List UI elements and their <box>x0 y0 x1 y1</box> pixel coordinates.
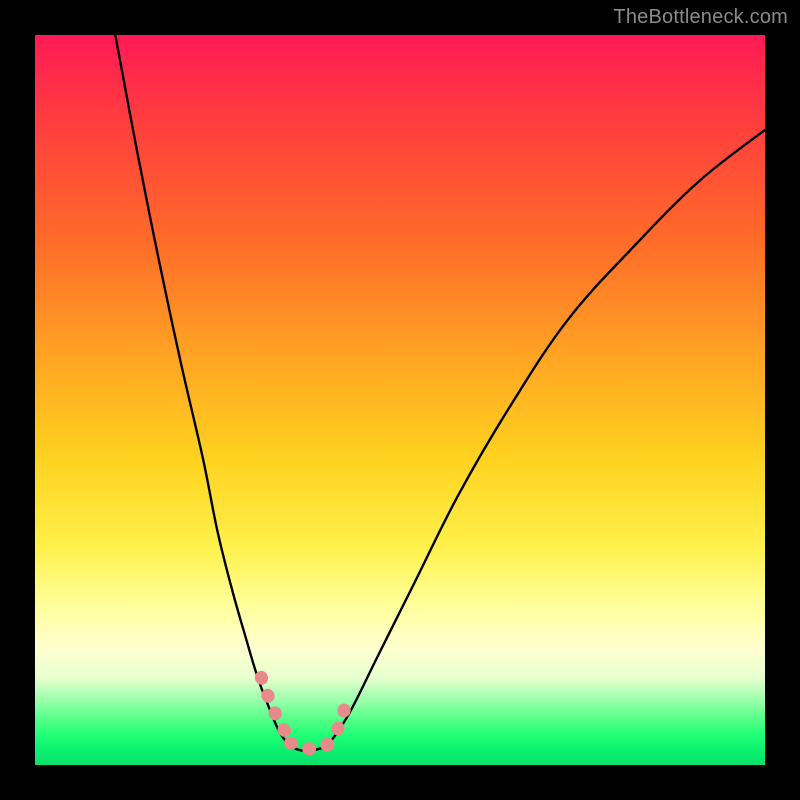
curve-right <box>327 130 765 747</box>
curve-left <box>115 35 290 747</box>
plot-area <box>35 35 765 765</box>
chart-frame: TheBottleneck.com <box>0 0 800 800</box>
watermark-text: TheBottleneck.com <box>613 6 788 29</box>
highlight-right <box>327 707 345 745</box>
curves-svg <box>35 35 765 765</box>
highlight-left <box>261 677 294 739</box>
